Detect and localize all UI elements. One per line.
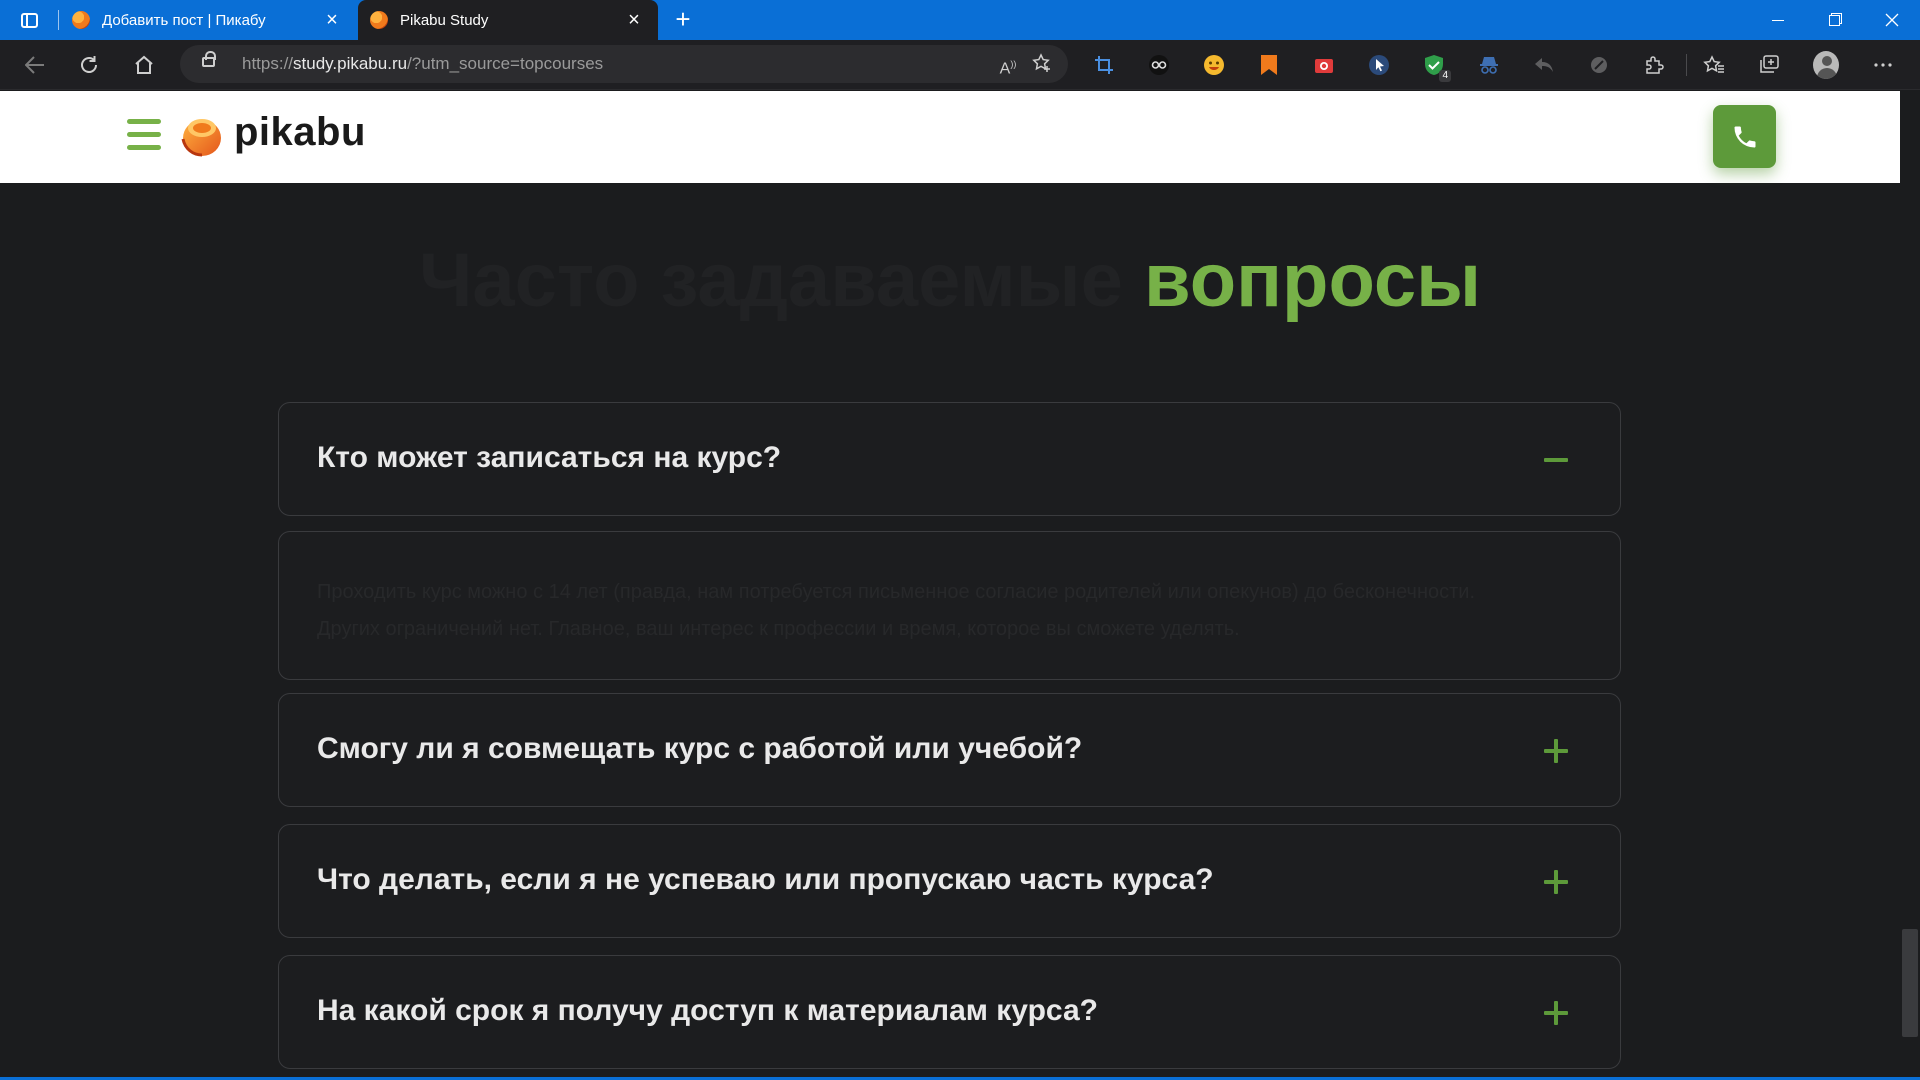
url-host: study.pikabu.ru [293,54,408,73]
reply-icon[interactable] [1531,52,1557,78]
minus-icon[interactable] [1542,446,1570,474]
tab-close-icon[interactable]: × [322,10,342,30]
url-path: /?utm_source=topcourses [407,54,604,73]
phone-icon [1734,126,1755,147]
incognito-extension-icon[interactable] [1476,52,1502,78]
browser-tab-bar: Добавить пост | Пикабу × Pikabu Study × … [0,0,1920,40]
reload-icon [81,56,97,73]
tab-pikabu-study[interactable]: Pikabu Study × [358,0,658,40]
faq-answer-text: Проходить курс можно с 14 лет (правда, н… [317,581,1476,640]
lock-icon [202,51,216,67]
plus-icon[interactable] [1542,737,1570,765]
faq-question-text: Кто может записаться на курс? [317,441,782,474]
new-tab-button[interactable]: + [668,6,698,34]
page-viewport: pikabu Часто задаваемые вопросы Кто може… [0,91,1900,1080]
emoji-extension-icon[interactable] [1201,52,1227,78]
window-close-button[interactable] [1864,0,1920,40]
shield-extension-icon[interactable]: 4 [1421,52,1451,82]
faq-item-question[interactable]: На какой срок я получу доступ к материал… [278,955,1621,1069]
faq-question-text: Смогу ли я совмещать курс с работой или … [317,732,1083,765]
pikabu-logo-icon[interactable] [178,113,222,157]
faq-question-text: На какой срок я получу доступ к материал… [317,994,1098,1027]
settings-more-icon[interactable] [1870,52,1896,78]
close-icon [1885,13,1899,27]
read-aloud-icon[interactable]: A)) [996,53,1020,77]
add-favorite-icon[interactable] [1030,53,1054,75]
back-button[interactable] [18,49,52,81]
pikabu-favicon-icon [370,11,388,29]
plus-icon[interactable] [1542,999,1570,1027]
address-bar[interactable]: https://study.pikabu.ru/?utm_source=topc… [180,45,1068,83]
faq-item-question[interactable]: Что делать, если я не успеваю или пропус… [278,824,1621,938]
extension-badge: 4 [1439,70,1451,82]
faq-item-question[interactable]: Кто может записаться на курс? [278,402,1621,516]
hamburger-menu-icon[interactable] [127,119,161,153]
home-button[interactable] [127,49,161,81]
faq-item-question[interactable]: Смогу ли я совмещать курс с работой или … [278,693,1621,807]
bookmark-extension-icon[interactable] [1256,52,1282,78]
tab-title: Pikabu Study [400,11,489,29]
faq-section-title: Часто задаваемые вопросы [0,237,1900,324]
home-icon [135,55,153,74]
toolbar-divider [1686,54,1687,76]
pikabu-favicon-icon [72,11,90,29]
favorites-icon[interactable] [1701,52,1727,78]
tab-pikabu-add-post[interactable]: Добавить пост | Пикабу × [60,0,356,40]
extensions-puzzle-icon[interactable] [1641,52,1667,78]
url-text[interactable]: https://study.pikabu.ru/?utm_source=topc… [242,45,603,83]
tab-separator [58,10,59,30]
browser-toolbar: https://study.pikabu.ru/?utm_source=topc… [0,40,1920,90]
window-restore-button[interactable] [1806,0,1862,40]
url-scheme: https:// [242,54,294,73]
plus-icon[interactable] [1542,868,1570,896]
phone-call-button[interactable] [1713,105,1776,168]
glasses-extension-icon[interactable] [1146,52,1172,78]
avatar [1813,51,1839,79]
screenshot-extension-icon[interactable] [1311,52,1337,78]
faq-item-answer: Проходить курс можно с 14 лет (правда, н… [278,531,1621,680]
cursor-extension-icon[interactable] [1366,52,1392,78]
collections-icon[interactable] [1756,52,1782,78]
tab-title: Добавить пост | Пикабу [102,11,266,29]
faq-question-text: Что делать, если я не успеваю или пропус… [317,863,1214,896]
tab-close-icon[interactable]: × [624,10,644,30]
logo-text[interactable]: pikabu [234,110,366,155]
arrow-left-icon [25,56,44,74]
crop-extension-icon[interactable] [1091,52,1117,78]
page-scrollbar[interactable] [1900,91,1920,1080]
tab-actions-icon[interactable] [12,7,46,33]
profile-avatar[interactable] [1813,51,1839,79]
window-minimize-button[interactable] [1750,0,1806,40]
faq-title-part1: Часто задаваемые [418,238,1123,323]
scrollbar-thumb[interactable] [1902,929,1918,1037]
reload-button[interactable] [72,49,106,81]
site-header: pikabu [0,91,1900,183]
faq-title-accent: вопросы [1143,238,1482,323]
leaf-extension-icon[interactable] [1586,52,1612,78]
